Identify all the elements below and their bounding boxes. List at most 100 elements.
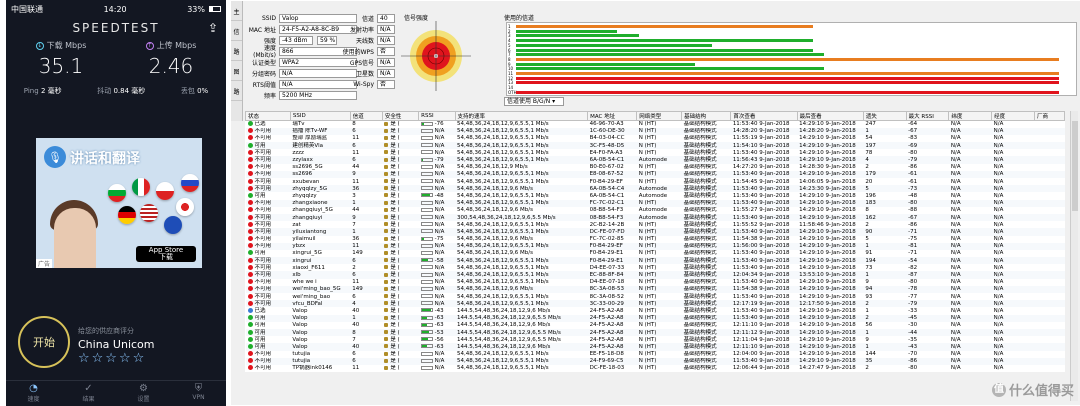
table-row[interactable]: 不可用 xlb 6 是 (N/A 54,48,36,24,18,12,9,6,5.5,1…: [245, 271, 1065, 279]
table-row[interactable]: 不可用 zzzz 11 是 (N/A 54,48,36,24,18,12,9,6,5.5…: [246, 149, 1065, 156]
security-cell: 是 (: [382, 279, 418, 286]
table-row[interactable]: 不可用 vfcu_BDFal 4 是 (N/A 54,48,36,24,18,12,9,…: [245, 300, 1065, 308]
column-header[interactable]: 基础结构: [681, 111, 732, 121]
side-tab[interactable]: 主: [231, 1, 242, 21]
side-tab[interactable]: 路: [231, 41, 242, 61]
table-row[interactable]: 可用 建创精英Vla 6 是 (N/A 54,48,36,24,18,12,9,6,5.…: [245, 142, 1065, 150]
lock-icon: [384, 308, 389, 313]
ssid: wei'ming_bao_5G: [292, 286, 341, 293]
column-header[interactable]: 状态: [245, 111, 291, 121]
rssi-cell: -48: [419, 192, 455, 199]
table-row[interactable]: 不可用 yilaimuil 36 是 (-75 54,48,36,24,18,12,9,…: [246, 236, 1065, 243]
security: 是 (: [390, 214, 400, 221]
table-row[interactable]: 不可用 zhyqqlzy_5G 36 是 (N/A 54,48,36,24,18,12,…: [245, 185, 1065, 193]
nav-item[interactable]: ◔ 速度: [6, 381, 61, 406]
channel: 2: [352, 264, 356, 271]
column-header[interactable]: 最大 RSSI: [905, 111, 950, 121]
table-row[interactable]: 不可用 xingrui 6 是 (-58 54,48,36,24,18,12,9,6,5…: [245, 257, 1065, 265]
table-row[interactable]: 可用 zhyqqlzy 3 是 (-48 54,48,36,24,18,12,9,6,5…: [246, 192, 1065, 199]
table-row[interactable]: 可用 Valop 40 是 (-63 144.5,54,48,36,24,18,12,9…: [246, 322, 1065, 329]
security: 是 (: [390, 207, 400, 214]
scrollbar-thumb[interactable]: [1072, 121, 1078, 211]
band-select[interactable]: 信道使用 B/G/N ▾: [504, 97, 564, 106]
lost-cell: 5: [863, 185, 906, 192]
side-tab[interactable]: 路: [231, 81, 242, 101]
table-row[interactable]: 不可用 tutujia 6 是 (N/A 54,48,36,24,18,12,9,6,5…: [245, 357, 1065, 365]
column-header[interactable]: 厂商: [1033, 111, 1066, 121]
table-row[interactable]: 不可用 tutujia 6 是 (N/A 54,48,36,24,18,12,9,6,5…: [246, 351, 1065, 358]
column-header[interactable]: 首次查看: [730, 111, 798, 121]
lock-icon: [384, 186, 389, 191]
column-header[interactable]: 遗失: [862, 111, 907, 121]
table-row[interactable]: 不可用 whe we i 11 是 (N/A 54,48,36,24,18,12,9,6…: [246, 279, 1065, 286]
channel-bar: [516, 39, 813, 43]
column-header[interactable]: 最后查看: [796, 111, 864, 121]
table-scrollbar[interactable]: [1070, 111, 1078, 401]
table-row[interactable]: 不可用 ybzx 11 是 (N/A 54,48,36,24,18,12,9,6,5.5…: [245, 242, 1065, 250]
nav-item[interactable]: ⚙ 设置: [116, 381, 171, 406]
table-row[interactable]: 可用 Valop 1 是 (-63 144.5,54,48,36,24,18,12,9,…: [245, 314, 1065, 322]
infrastructure-cell: 基础结构模式: [682, 264, 731, 271]
channel-cell: 6: [350, 128, 382, 135]
table-row[interactable]: 不可用 zat 7 是 (N/A 54,48,36,24,18,12,9,6,5.5,1…: [246, 221, 1065, 228]
column-header[interactable]: 经度: [991, 111, 1035, 121]
table-row[interactable]: 不可用 wei'ming_bao_5G 149 是 (N/A 54,48,36,24,1…: [245, 285, 1065, 293]
table-row[interactable]: 可用 Valop 40 是 (-63 144.5,54,48,36,24,18,12,9…: [245, 343, 1065, 351]
column-header[interactable]: 安全性: [381, 111, 420, 121]
table-row[interactable]: 不可用 zhangxiaone 1 是 (N/A 54,48,36,24,18,12,9…: [245, 199, 1065, 207]
status-cell: 不可用: [246, 164, 291, 171]
side-tab[interactable]: 信: [231, 21, 242, 41]
max-rssi-cell: -81: [906, 243, 949, 250]
latitude-cell: N/A: [950, 171, 961, 178]
table-row[interactable]: 不可用 ss2696 9 是 (N/A 54,48,36,24,18,12,9,6,5.…: [245, 170, 1065, 178]
table-row[interactable]: 不可用 wei'ming_bao 6 是 (N/A 54,48,36,24,18,12,…: [246, 293, 1065, 300]
infrastructure-cell: 基础结构模式: [682, 257, 731, 264]
network-type: N (HT): [638, 135, 657, 142]
status-dot-icon: [247, 243, 253, 249]
app-store-button[interactable]: App Store 下载: [136, 246, 196, 262]
rssi: N/A: [434, 214, 445, 221]
table-row[interactable]: 不可用 xiaoxi_F611 2 是 (N/A 54,48,36,24,18,12,9…: [246, 264, 1065, 271]
max-rssi-cell: -78: [906, 286, 949, 293]
network-type-cell: N (HT): [637, 228, 682, 235]
table-row[interactable]: 已选 Valop 40 是 (-43 144.5,54,48,36,24,18,12,9…: [246, 307, 1065, 314]
side-tab[interactable]: 图: [231, 61, 242, 81]
share-icon[interactable]: ⇪: [208, 21, 218, 35]
table-row[interactable]: 不可用 插播 陈Tv-WF 6 是 (N/A 54,48,36,24,18,12,9,6…: [245, 127, 1065, 135]
rates-cell: 54,48,36,24,18,12,9,6,5.5,1 Mb/s: [455, 365, 588, 372]
nav-item[interactable]: ✓ 结果: [61, 381, 116, 406]
nav-item[interactable]: ⛨ VPN: [171, 381, 226, 406]
ssid-cell: tutujia: [290, 358, 350, 365]
ssid: tutujia: [292, 358, 311, 365]
lock-icon: [384, 365, 389, 370]
lost: 1: [865, 329, 869, 336]
table-row[interactable]: 不可用 整部 厚励瑞蓝 11 是 (N/A 54,48,36,24,18,12,9,6,…: [246, 135, 1065, 142]
rating-stars[interactable]: ☆☆☆☆☆: [78, 351, 146, 366]
max-rssi: -69: [908, 142, 918, 149]
detail-row: 发射功率 N/A: [341, 24, 395, 34]
table-row[interactable]: 可用 Valop 8 是 (-53 144.5,54,48,36,24,18,12,9,…: [245, 328, 1065, 337]
column-header[interactable]: MAC 地址: [587, 111, 638, 121]
table-row[interactable]: 不可用 xxubevan 11 是 (N/A 54,48,36,24,18,12,9,6…: [246, 178, 1065, 185]
ad-banner[interactable]: 🎙 讲话和翻译 App Store 下载 广告: [36, 138, 202, 268]
column-header[interactable]: 网络类型: [636, 111, 683, 121]
column-header[interactable]: 信道: [349, 111, 383, 121]
table-row[interactable]: 不可用 zzylaxx 6 是 (-79 54,48,36,24,18,12,9,6,5…: [245, 156, 1065, 164]
table-row[interactable]: 不可用 TP锅器ink0146 11 是 (N/A 54,48,36,24,18,12,…: [246, 365, 1065, 372]
column-header[interactable]: 纬度: [948, 111, 993, 121]
column-header[interactable]: 支持的速率: [454, 111, 589, 121]
column-header[interactable]: RSSI: [418, 111, 456, 121]
table-row[interactable]: 不可用 zhangqiuyi_5G 44 是 (N/A 54,48,36,24,18,1…: [246, 207, 1065, 214]
table-row[interactable]: 不可用 ss2696_5G 44 是 (N/A 54,48,36,24,18,12,9 …: [246, 164, 1065, 171]
longitude-cell: N/A: [993, 135, 1004, 142]
column-header[interactable]: SSID: [289, 111, 351, 121]
status-cell: 可用: [246, 315, 291, 322]
table-row[interactable]: 不可用 zhangqiuyi 9 是 (N/A 300,54,48,36,24,18,1…: [245, 213, 1065, 222]
table-row[interactable]: 可用 xingrui_5G 149 是 (N/A 54,48,36,24,18,12,9…: [246, 250, 1065, 257]
signal-bar-icon: [420, 286, 433, 291]
table-row[interactable]: 不可用 yiluxiantong 1 是 (N/A 54,48,36,24,18,12,…: [245, 228, 1065, 236]
start-button[interactable]: 开始: [18, 316, 70, 368]
table-row[interactable]: 已选 瑞Tv 8 是 (-76 54,48,36,24,18,12,9,6,5.5,1 …: [246, 121, 1065, 128]
network-type: N (HT): [638, 264, 657, 271]
table-row[interactable]: 可用 Valop 7 是 (-56 144.5,54,48,36,24,18,12,9,…: [246, 336, 1065, 343]
